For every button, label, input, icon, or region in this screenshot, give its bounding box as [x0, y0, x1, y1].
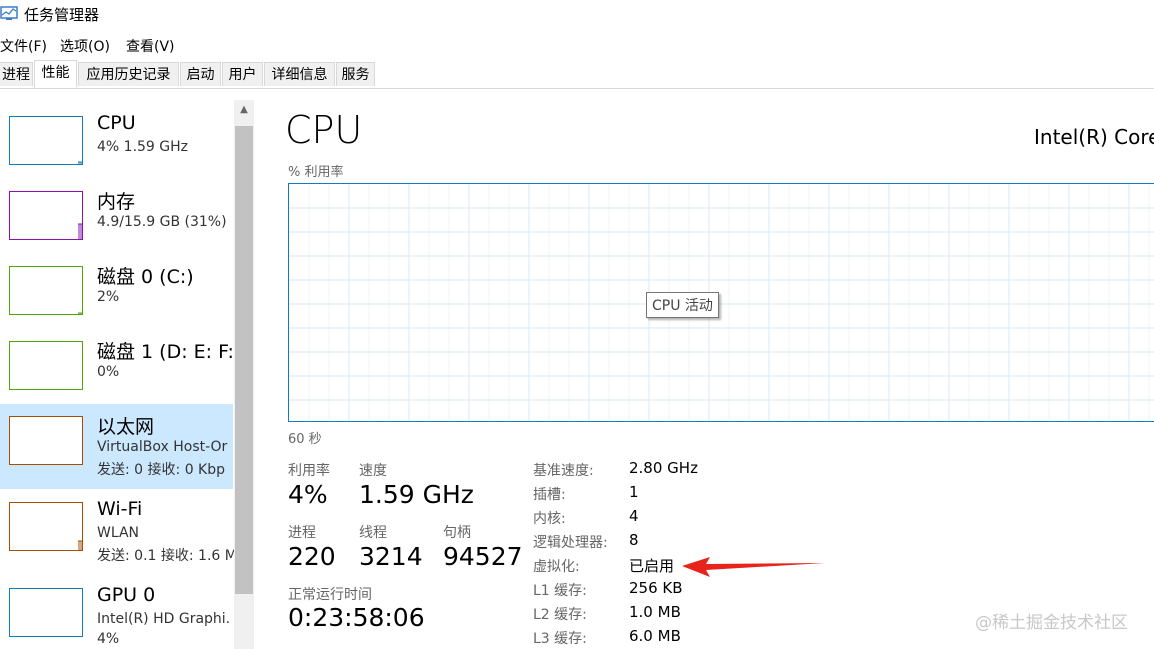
graph-time-label: 60 秒: [288, 432, 322, 447]
thumbnail-level-bar: [78, 541, 82, 550]
processes-label: 进程: [288, 525, 316, 541]
sidebar-item-detail: 4% 1.59 GHz: [97, 139, 189, 155]
tab-startup[interactable]: 启动: [180, 62, 221, 86]
page-title: CPU: [285, 108, 363, 152]
handles-label: 句柄: [443, 525, 471, 541]
sidebar-item-detail: 0%: [97, 364, 120, 380]
spec-value: 已启用: [629, 557, 675, 575]
scrollbar-thumb[interactable]: [235, 126, 253, 594]
sidebar-item-name: CPU: [97, 112, 136, 134]
resource-list: CPU 4% 1.59 GHz 内存 4.9/15.9 GB (31%) 磁盘 …: [0, 100, 234, 649]
sidebar-item-name: 磁盘 1 (D: E: F:: [97, 341, 234, 363]
graph-grid: [289, 184, 1154, 421]
spec-label: 虚拟化:: [533, 559, 580, 575]
sidebar-item-name: GPU 0: [97, 584, 156, 606]
graph-caption: % 利用率: [288, 165, 344, 180]
ethernet-thumbnail-graph: [9, 416, 83, 465]
sidebar-item-wifi[interactable]: Wi-Fi WLAN 发送: 0.1 接收: 1.6 M: [0, 490, 234, 575]
sidebar-item-memory[interactable]: 内存 4.9/15.9 GB (31%): [0, 175, 233, 250]
spec-label: L3 缓存:: [533, 631, 587, 647]
sidebar-item-detail: 4.9/15.9 GB (31%): [97, 214, 227, 230]
tab-services[interactable]: 服务: [336, 62, 375, 86]
spec-label: 基准速度:: [533, 463, 594, 479]
spec-label: 内核:: [533, 511, 566, 527]
thumbnail-level-bar: [78, 224, 82, 239]
sidebar-item-name: 以太网: [97, 416, 155, 438]
scroll-up-arrow-icon[interactable]: ▲: [234, 104, 254, 124]
watermark: @稀土掘金技术社区: [975, 613, 1128, 633]
wifi-thumbnail-graph: [9, 502, 83, 551]
spec-value: 1: [629, 483, 639, 501]
uptime-value: 0:23:58:06: [288, 603, 425, 632]
spec-label: 插槽:: [533, 487, 566, 503]
utilization-value: 4%: [288, 480, 328, 509]
sidebar-item-detail: WLAN: [97, 525, 140, 541]
disk1-thumbnail-graph: [9, 341, 83, 390]
spec-label: L2 缓存:: [533, 607, 587, 623]
sidebar-item-disk0[interactable]: 磁盘 0 (C:) 2%: [0, 250, 233, 325]
spec-label: 逻辑处理器:: [533, 535, 608, 551]
spec-value: 256 KB: [629, 579, 683, 597]
uptime-label: 正常运行时间: [288, 587, 372, 603]
tab-processes[interactable]: 进程: [0, 62, 33, 86]
spec-value: 2.80 GHz: [629, 459, 698, 477]
tab-app-history[interactable]: 应用历史记录: [78, 62, 179, 86]
sidebar-item-detail: VirtualBox Host-Or: [97, 439, 228, 455]
sidebar-item-detail: 2%: [97, 289, 120, 305]
sidebar-item-name: 磁盘 0 (C:): [97, 266, 194, 288]
cpu-usage-graph[interactable]: [288, 183, 1154, 422]
annotation-arrow-icon: [680, 555, 830, 579]
memory-thumbnail-graph: [9, 191, 83, 240]
cpu-model-name: Intel(R) Core: [1034, 125, 1154, 149]
task-manager-icon: [0, 4, 18, 22]
speed-label: 速度: [359, 463, 387, 479]
disk0-thumbnail-graph: [9, 266, 83, 315]
speed-value: 1.59 GHz: [359, 480, 474, 509]
handles-value: 94527: [443, 542, 523, 571]
menu-view[interactable]: 查看(V): [126, 36, 175, 56]
spec-value: 6.0 MB: [629, 627, 681, 645]
sidebar-item-disk1[interactable]: 磁盘 1 (D: E: F: 0%: [0, 325, 234, 400]
cpu-thumbnail-graph: [9, 116, 83, 165]
sidebar-item-cpu[interactable]: CPU 4% 1.59 GHz: [0, 100, 233, 175]
processes-value: 220: [288, 542, 336, 571]
menu-file[interactable]: 文件(F): [0, 36, 47, 56]
sidebar-item-throughput: 发送: 0.1 接收: 1.6 M: [97, 548, 234, 564]
title-bar: 任务管理器: [0, 0, 1154, 30]
graph-tooltip: CPU 活动: [646, 292, 719, 318]
tab-details[interactable]: 详细信息: [264, 62, 335, 86]
threads-label: 线程: [359, 525, 387, 541]
sidebar-item-usage: 4%: [97, 631, 120, 647]
spec-value: 4: [629, 507, 639, 525]
tab-users[interactable]: 用户: [222, 62, 263, 86]
utilization-label: 利用率: [288, 463, 330, 479]
sidebar-item-detail: Intel(R) HD Graphi.: [97, 611, 231, 627]
tab-bar: 进程 性能 应用历史记录 启动 用户 详细信息 服务: [0, 60, 1154, 89]
sidebar-item-throughput: 发送: 0 接收: 0 Kbp: [97, 462, 226, 478]
threads-value: 3214: [359, 542, 423, 571]
spec-label: L1 缓存:: [533, 583, 587, 599]
window-title: 任务管理器: [24, 6, 100, 24]
sidebar-item-name: 内存: [97, 191, 136, 213]
menu-options[interactable]: 选项(O): [60, 36, 110, 56]
tab-performance[interactable]: 性能: [34, 60, 77, 88]
gpu-thumbnail-graph: [9, 588, 83, 637]
sidebar-item-name: Wi-Fi: [97, 498, 143, 520]
sidebar-item-gpu0[interactable]: GPU 0 Intel(R) HD Graphi. 4%: [0, 576, 233, 649]
spec-value: 1.0 MB: [629, 603, 681, 621]
sidebar-item-ethernet[interactable]: 以太网 VirtualBox Host-Or 发送: 0 接收: 0 Kbp: [0, 404, 233, 489]
spec-value: 8: [629, 531, 639, 549]
